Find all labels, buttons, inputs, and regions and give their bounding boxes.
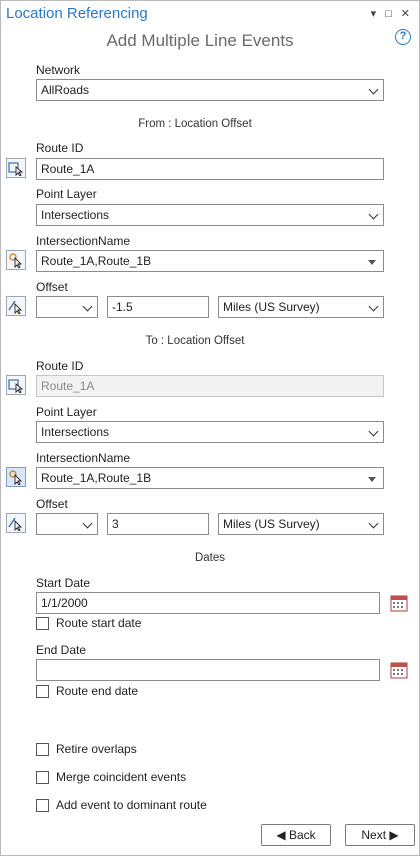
route-end-date-checkbox[interactable]: Route end date: [36, 684, 138, 698]
chevron-down-icon: [368, 209, 379, 220]
pane-menu-icon[interactable]: ▾: [371, 8, 377, 20]
from-intersection-value: Route_1A,Route_1B: [41, 254, 152, 268]
chevron-down-icon: [82, 518, 93, 529]
to-route-id-input: Route_1A: [36, 375, 384, 397]
merge-coincident-label: Merge coincident events: [56, 770, 187, 784]
dominant-route-label: Add event to dominant route: [56, 798, 207, 812]
merge-coincident-checkbox[interactable]: Merge coincident events: [36, 770, 186, 784]
pane-close-icon[interactable]: ✕: [401, 8, 410, 20]
dropdown-arrow-icon: [368, 260, 376, 265]
chevron-down-icon: [82, 301, 93, 312]
network-label: Network: [36, 63, 81, 77]
to-offset-input[interactable]: 3: [107, 513, 209, 535]
route-start-date-label: Route start date: [56, 616, 142, 630]
network-dropdown[interactable]: AllRoads: [36, 79, 384, 101]
checkbox-box[interactable]: [36, 742, 49, 756]
to-offset-picker-icon[interactable]: [6, 513, 26, 533]
to-point-layer-label: Point Layer: [36, 405, 97, 419]
pane-maximize-icon[interactable]: □: [385, 8, 392, 20]
from-offset-input[interactable]: -1.5: [107, 296, 209, 318]
to-offset-direction-dropdown[interactable]: [36, 513, 98, 535]
from-offset-picker-icon[interactable]: [6, 296, 26, 316]
pane-controls: ▾ □ ✕: [371, 8, 410, 20]
to-intersection-picker-icon[interactable]: [6, 467, 26, 487]
route-start-date-checkbox[interactable]: Route start date: [36, 616, 141, 630]
to-offset-units-value: Miles (US Survey): [223, 517, 320, 531]
to-intersection-dropdown[interactable]: Route_1A,Route_1B: [36, 467, 384, 489]
to-point-layer-value: Intersections: [41, 425, 110, 439]
from-point-layer-label: Point Layer: [36, 187, 97, 201]
from-offset-units-value: Miles (US Survey): [223, 300, 320, 314]
from-intersection-label: IntersectionName: [36, 234, 131, 248]
help-icon[interactable]: ?: [395, 29, 411, 45]
retire-overlaps-label: Retire overlaps: [56, 742, 137, 756]
to-heading: To : Location Offset: [145, 335, 245, 347]
to-offset-label: Offset: [36, 497, 68, 511]
pane-title: Location Referencing: [6, 5, 148, 22]
checkbox-box[interactable]: [36, 798, 49, 812]
checkbox-box[interactable]: [36, 770, 49, 784]
dropdown-arrow-icon: [368, 477, 376, 482]
to-intersection-value: Route_1A,Route_1B: [41, 471, 152, 485]
route-end-date-label: Route end date: [56, 684, 139, 698]
from-route-id-input[interactable]: Route_1A: [36, 158, 384, 180]
from-intersection-picker-icon[interactable]: [6, 250, 26, 270]
end-date-label: End Date: [36, 643, 87, 657]
chevron-down-icon: [368, 84, 379, 95]
network-value: AllRoads: [41, 83, 90, 97]
from-offset-units-dropdown[interactable]: Miles (US Survey): [218, 296, 384, 318]
to-route-id-label: Route ID: [36, 359, 84, 373]
from-route-picker-icon[interactable]: [6, 158, 26, 178]
to-intersection-label: IntersectionName: [36, 451, 131, 465]
from-offset-label: Offset: [36, 280, 68, 294]
back-button[interactable]: ◀ Back: [261, 824, 331, 846]
chevron-down-icon: [368, 518, 379, 529]
from-route-id-label: Route ID: [36, 141, 84, 155]
chevron-down-icon: [368, 426, 379, 437]
start-date-label: Start Date: [36, 576, 91, 590]
start-date-input[interactable]: 1/1/2000: [36, 592, 380, 614]
from-intersection-dropdown[interactable]: Route_1A,Route_1B: [36, 250, 384, 272]
end-date-input[interactable]: [36, 659, 380, 681]
from-point-layer-dropdown[interactable]: Intersections: [36, 204, 384, 226]
checkbox-box[interactable]: [36, 616, 49, 630]
from-offset-direction-dropdown[interactable]: [36, 296, 98, 318]
from-point-layer-value: Intersections: [41, 208, 110, 222]
next-button[interactable]: Next ▶: [345, 824, 415, 846]
from-heading: From : Location Offset: [138, 118, 252, 130]
calendar-icon[interactable]: [390, 661, 408, 679]
retire-overlaps-checkbox[interactable]: Retire overlaps: [36, 742, 137, 756]
checkbox-box[interactable]: [36, 684, 49, 698]
chevron-down-icon: [368, 301, 379, 312]
dominant-route-checkbox[interactable]: Add event to dominant route: [36, 798, 207, 812]
tool-title: Add Multiple Line Events: [106, 31, 294, 50]
to-point-layer-dropdown[interactable]: Intersections: [36, 421, 384, 443]
to-route-picker-icon[interactable]: [6, 375, 26, 395]
calendar-icon[interactable]: [390, 594, 408, 612]
to-offset-units-dropdown[interactable]: Miles (US Survey): [218, 513, 384, 535]
dates-heading: Dates: [194, 552, 226, 564]
